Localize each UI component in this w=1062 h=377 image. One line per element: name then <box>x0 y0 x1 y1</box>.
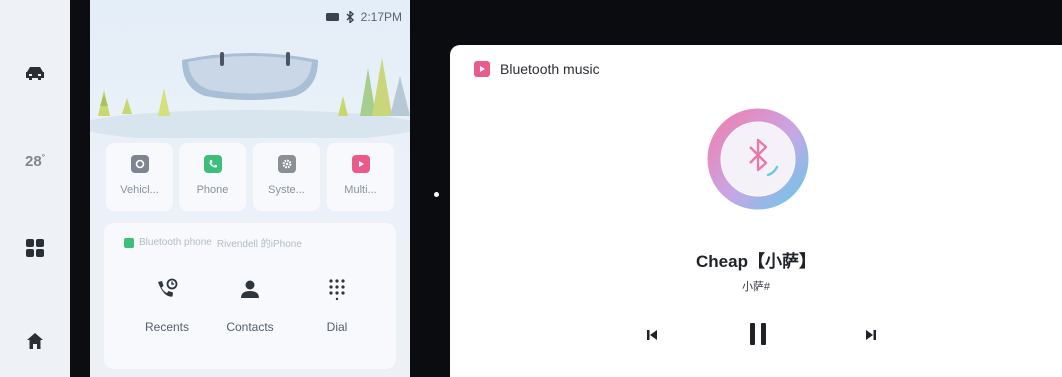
bluetooth-music-card: Bluetooth music Cheap【小萨】 小萨# <box>450 45 1062 377</box>
app-label-system: Syste... <box>268 184 305 196</box>
status-bar: 2:17PM <box>325 10 402 24</box>
previous-track-button[interactable] <box>641 325 663 345</box>
vehicle-scene-illustration <box>90 52 410 138</box>
nav-rail: 28° <box>0 0 70 377</box>
status-time: 2:17PM <box>360 10 402 24</box>
car-infotainment-screen: 28° 2:17PM Vehicl... Phone Syste... Mult… <box>0 0 1062 377</box>
app-tile-phone[interactable]: Phone <box>179 143 246 211</box>
vehicle-icon <box>130 155 149 173</box>
app-tile-multimedia[interactable]: Multi... <box>327 143 394 211</box>
phone-status-icon <box>124 237 134 248</box>
dialpad-icon <box>329 279 345 300</box>
skip-next-icon <box>866 330 876 340</box>
pause-icon <box>750 323 766 345</box>
skip-previous-icon <box>647 330 657 340</box>
apps-grid-button[interactable] <box>0 235 70 261</box>
page-indicator-dot <box>434 192 439 197</box>
battery-icon <box>325 13 339 21</box>
grid-icon <box>26 239 44 257</box>
music-app-icon <box>474 61 490 77</box>
media-icon <box>351 155 370 173</box>
home-icon <box>27 333 43 349</box>
climate-temperature[interactable]: 28° <box>0 148 70 174</box>
bluetooth-phone-card: Bluetooth phone Rivendell 的iPhone Recent… <box>104 223 396 369</box>
app-tile-system[interactable]: Syste... <box>253 143 320 211</box>
next-track-button[interactable] <box>860 325 882 345</box>
temperature-value: 28° <box>25 152 45 170</box>
dial-button[interactable]: Dial <box>297 278 377 334</box>
music-card-header: Bluetooth music <box>474 61 600 77</box>
bluetooth-status-icon <box>346 11 354 23</box>
car-icon <box>26 67 44 80</box>
settings-icon <box>277 155 296 173</box>
app-label-phone: Phone <box>196 184 229 196</box>
bluetooth-album-art <box>707 108 809 210</box>
recents-label: Recents <box>144 320 190 334</box>
home-widget-panel: 2:17PM Vehicl... Phone Syste... Multi...… <box>90 0 410 377</box>
contacts-button[interactable]: Contacts <box>210 278 290 334</box>
bluetooth-phone-status: Bluetooth phone Rivendell 的iPhone <box>124 235 302 250</box>
connected-device-name: Rivendell 的iPhone <box>216 239 302 250</box>
recents-button[interactable]: Recents <box>127 278 207 334</box>
phone-icon <box>203 155 222 173</box>
artist-name: 小萨# <box>741 281 771 293</box>
pause-button[interactable] <box>745 321 771 347</box>
music-source-title: Bluetooth music <box>500 61 600 77</box>
contacts-icon <box>241 280 259 298</box>
song-title: Cheap【小萨】 <box>696 252 816 271</box>
home-button[interactable] <box>0 328 70 354</box>
app-tile-vehicle[interactable]: Vehicl... <box>106 143 173 211</box>
contacts-label: Contacts <box>226 320 274 334</box>
app-label-vehicle: Vehicl... <box>120 184 159 196</box>
recents-icon <box>158 278 178 297</box>
app-label-multimedia: Multi... <box>344 184 377 196</box>
dial-label: Dial <box>326 320 348 334</box>
bluetooth-phone-label: Bluetooth phone <box>139 237 212 248</box>
bezel-divider <box>70 0 90 377</box>
vehicle-nav-button[interactable] <box>0 58 70 88</box>
